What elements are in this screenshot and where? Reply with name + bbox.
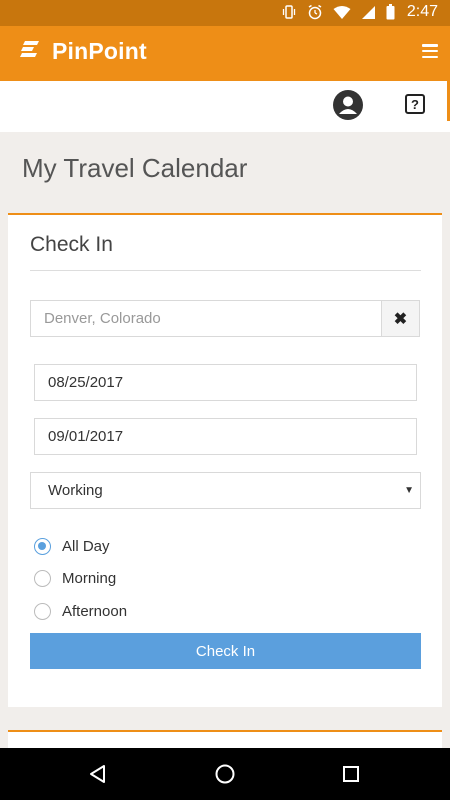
radio-checked-icon	[34, 538, 51, 555]
app-bar: PinPoint	[0, 26, 450, 81]
brand[interactable]: PinPoint	[20, 38, 147, 65]
start-date-input[interactable]: 08/25/2017	[34, 364, 417, 401]
radio-unchecked-icon	[34, 603, 51, 620]
end-date-input[interactable]: 09/01/2017	[34, 418, 417, 455]
next-card	[8, 730, 442, 750]
back-icon[interactable]	[86, 762, 110, 786]
radio-label: All Day	[62, 538, 110, 555]
recents-icon[interactable]	[339, 762, 363, 786]
toolbar: ?	[0, 81, 450, 132]
radio-unchecked-icon	[34, 570, 51, 587]
radio-morning[interactable]: Morning	[34, 570, 116, 587]
vibrate-icon	[281, 4, 297, 20]
card-title: Check In	[30, 233, 113, 256]
brand-name: PinPoint	[52, 38, 147, 64]
pinpoint-logo-icon	[20, 40, 40, 63]
page-title: My Travel Calendar	[22, 153, 248, 183]
check-in-card: Check In Denver, Colorado ✖ 08/25/2017 0…	[8, 213, 442, 707]
radio-afternoon[interactable]: Afternoon	[34, 603, 127, 620]
status-time: 2:47	[406, 3, 438, 20]
status-bar: 2:47	[0, 0, 450, 26]
hamburger-menu-icon[interactable]	[422, 44, 438, 58]
radio-all-day[interactable]: All Day	[34, 538, 110, 555]
wifi-icon	[333, 5, 351, 20]
location-input[interactable]: Denver, Colorado	[30, 300, 382, 337]
user-avatar-icon[interactable]	[333, 90, 363, 120]
help-button[interactable]: ?	[405, 94, 425, 114]
status-select-value: Working	[48, 482, 103, 499]
check-in-button[interactable]: Check In	[30, 633, 421, 669]
radio-label: Afternoon	[62, 603, 128, 620]
card-divider	[30, 270, 421, 271]
battery-icon	[386, 4, 395, 20]
navigation-bar	[0, 748, 450, 800]
chevron-down-icon: ▼	[404, 485, 414, 496]
home-icon[interactable]	[213, 762, 237, 786]
status-select[interactable]: Working ▼	[30, 472, 421, 509]
alarm-icon	[307, 4, 323, 20]
cellular-signal-icon	[361, 5, 376, 20]
clear-location-button[interactable]: ✖	[381, 300, 420, 337]
status-icons: 2:47	[281, 3, 438, 21]
radio-label: Morning	[62, 570, 117, 587]
